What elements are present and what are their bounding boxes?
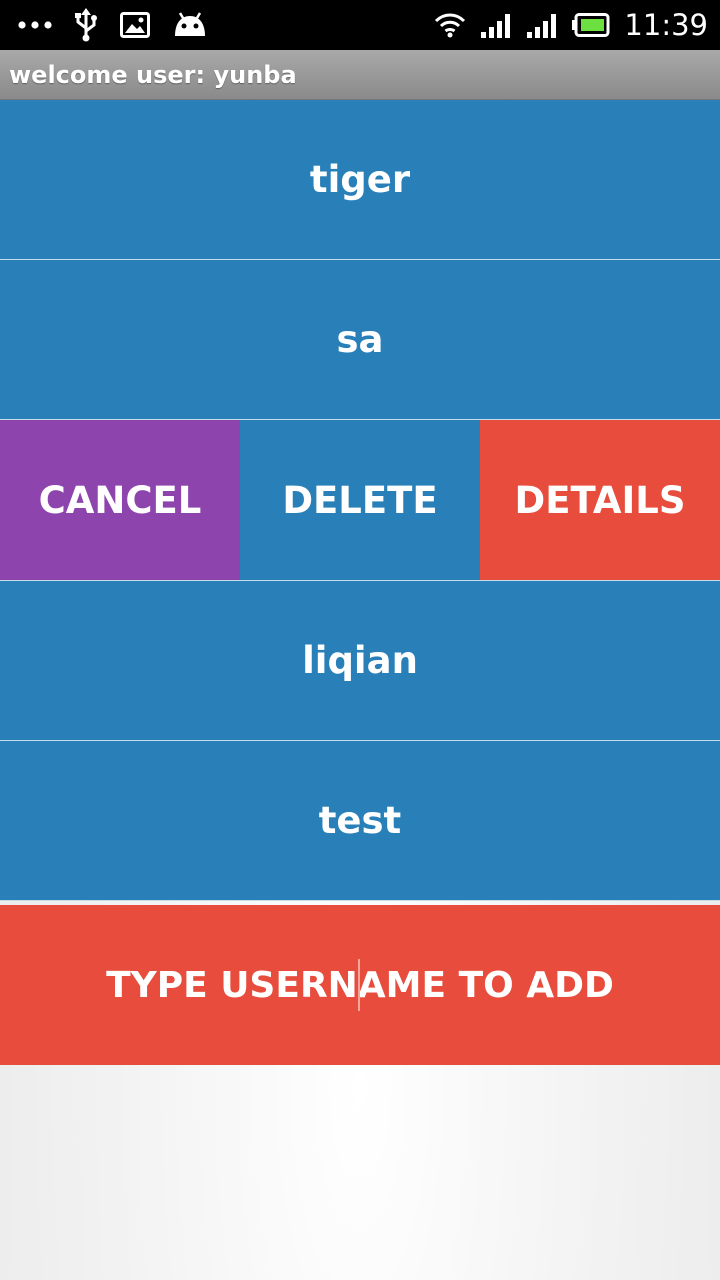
user-name: test (318, 799, 402, 842)
welcome-title: welcome user: yunba (9, 61, 297, 89)
clock: 11:39 (624, 8, 708, 42)
android-icon (172, 12, 208, 38)
swipe-actions-row: CANCEL DELETE DETAILS (0, 420, 720, 581)
user-list: tiger sa CANCEL DELETE DETAILS liqian te… (0, 100, 720, 901)
cancel-button[interactable]: CANCEL (0, 420, 240, 580)
details-label: DETAILS (514, 478, 686, 522)
delete-label: DELETE (282, 478, 438, 522)
user-row-sa[interactable]: sa (0, 260, 720, 420)
battery-icon (572, 13, 610, 37)
wifi-icon (434, 12, 466, 38)
add-user-input[interactable] (0, 904, 720, 1066)
signal-icon (526, 12, 558, 38)
details-button[interactable]: DETAILS (480, 420, 720, 580)
notification-icons (18, 0, 208, 50)
system-icons: 11:39 (434, 0, 708, 50)
signal-icon (480, 12, 512, 38)
usb-icon (74, 8, 98, 42)
user-row-tiger[interactable]: tiger (0, 100, 720, 260)
user-row-test[interactable]: test (0, 741, 720, 901)
image-icon (120, 12, 150, 38)
user-name: liqian (302, 639, 418, 682)
text-cursor (358, 959, 360, 1011)
cancel-label: CANCEL (38, 478, 202, 522)
user-name: sa (336, 318, 384, 361)
user-name: tiger (309, 158, 411, 201)
status-bar: 11:39 (0, 0, 720, 50)
more-dots-icon (18, 20, 52, 30)
add-user-box (0, 904, 720, 1066)
user-row-liqian[interactable]: liqian (0, 581, 720, 741)
delete-button[interactable]: DELETE (240, 420, 480, 580)
title-bar: welcome user: yunba (0, 50, 720, 100)
